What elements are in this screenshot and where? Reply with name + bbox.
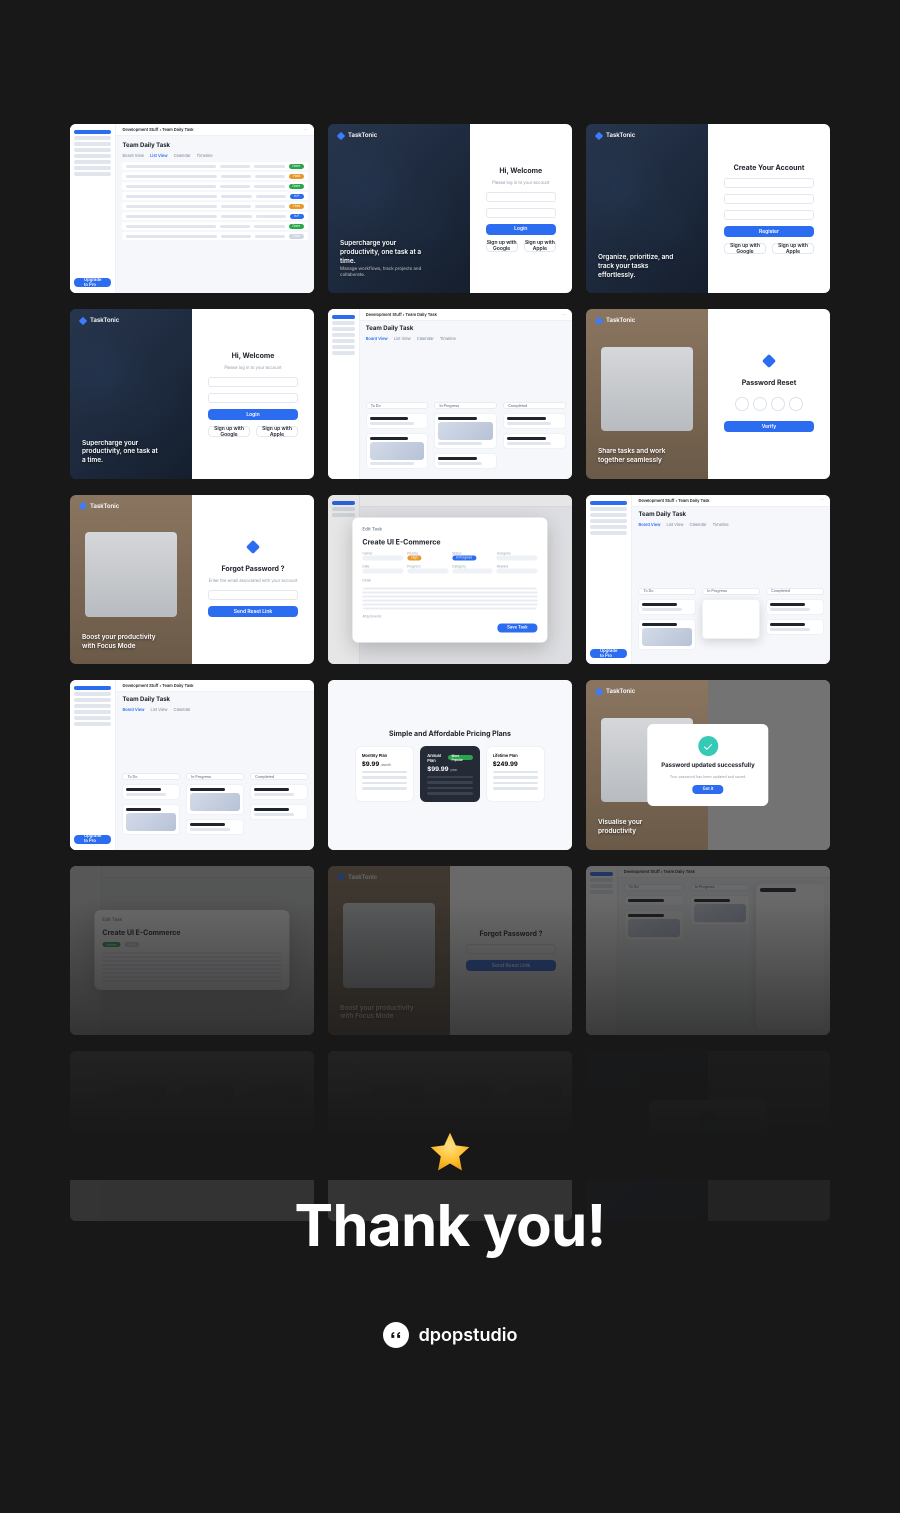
shot-forgot: TaskTonic Boost your productivity with F… <box>70 495 314 664</box>
pricing-title: Simple and Affordable Pricing Plans <box>389 729 511 738</box>
shot-edit-dark: Edit Task Create UI E-Commerce ReviewDra… <box>70 866 314 1035</box>
password-field[interactable] <box>486 208 556 218</box>
upgrade-pill[interactable]: Upgrade to Pro <box>74 278 111 287</box>
shot-password-reset: TaskTonic Share tasks and work together … <box>586 309 830 478</box>
shot-kanban-sidepanel: Development Stuff › Team Daily Task To D… <box>586 866 830 1035</box>
thank-you-headline: Thank you! <box>0 1190 900 1260</box>
diamond-icon <box>762 354 776 368</box>
shot-login-narrow: TaskTonic Supercharge your productivity,… <box>328 124 572 293</box>
view-tabs[interactable]: Board ViewList ViewCalendarTimeline <box>122 153 308 158</box>
star-icon <box>427 1130 473 1176</box>
quote-icon <box>383 1322 409 1348</box>
shot-kanban-alt: Upgrade to Pro Development Stuff › Team … <box>70 680 314 849</box>
credit-text: dpopstudio <box>419 1325 518 1346</box>
otp-input[interactable] <box>735 397 803 411</box>
name-field[interactable] <box>724 178 814 188</box>
page-title: Team Daily Task <box>122 142 308 149</box>
diamond-icon <box>246 540 260 554</box>
credit: dpopstudio <box>0 1322 900 1348</box>
apple-button[interactable]: Sign up with Apple <box>772 243 814 254</box>
plan-annual[interactable]: Annual PlanMost Popular $99.99 /year <box>420 746 479 802</box>
password-field[interactable] <box>724 210 814 220</box>
password-field[interactable] <box>208 393 298 403</box>
shot-kanban: Development Stuff › Team Daily Task⋯ Tea… <box>328 309 572 478</box>
edit-task-modal: Edit Task Create UI E-Commerce Owner Pri… <box>352 517 547 642</box>
login-button[interactable]: Login <box>486 224 556 235</box>
email-field[interactable] <box>208 377 298 387</box>
success-modal: ✓ Password updated successfully Your pas… <box>647 724 768 806</box>
email-field[interactable] <box>486 192 556 202</box>
plan-lifetime[interactable]: Lifetime Plan $249.99 <box>486 746 545 802</box>
shot-kanban-menu: Upgrade to Pro Development Stuff › Team … <box>586 495 830 664</box>
apple-button[interactable]: Sign up with Apple <box>256 426 298 437</box>
check-icon: ✓ <box>698 736 718 756</box>
email-field[interactable] <box>208 590 298 600</box>
reset-button[interactable]: Verify <box>724 421 814 432</box>
shot-pricing: Simple and Affordable Pricing Plans Mont… <box>328 680 572 849</box>
plan-monthly[interactable]: Monthly Plan $9.99 /month <box>355 746 414 802</box>
shot-forgot-2: TaskTonic Boost your productivity with F… <box>328 866 572 1035</box>
email-field[interactable] <box>724 194 814 204</box>
shot-edit-task: Edit Task Create UI E-Commerce Owner Pri… <box>328 495 572 664</box>
google-button[interactable]: Sign up with Google <box>486 241 518 252</box>
reset-title: Password Reset <box>742 378 797 387</box>
signup-title: Create Your Account <box>734 163 805 172</box>
ok-button[interactable]: Got it <box>693 785 724 794</box>
shot-login-wide: TaskTonic Supercharge your productivity,… <box>70 309 314 478</box>
apple-button[interactable]: Sign up with Apple <box>524 241 556 252</box>
register-button[interactable]: Register <box>724 226 814 237</box>
forgot-title: Forgot Password ? <box>222 564 285 573</box>
task-title: Create UI E-Commerce <box>362 537 537 546</box>
google-button[interactable]: Sign up with Google <box>724 243 766 254</box>
login-title: Hi, Welcome <box>499 166 542 175</box>
save-button[interactable]: Save Task <box>497 623 538 632</box>
breadcrumb: Development Stuff › Team Daily Task <box>122 127 193 132</box>
screenshot-grid: Upgrade to Pro Development Stuff › Team … <box>70 124 830 1221</box>
portfolio-canvas: Upgrade to Pro Development Stuff › Team … <box>0 0 900 1513</box>
shot-task-list: Upgrade to Pro Development Stuff › Team … <box>70 124 314 293</box>
shot-password-ok: TaskTonic Visualise your productivity ✓ … <box>586 680 830 849</box>
login-button[interactable]: Login <box>208 409 298 420</box>
send-button[interactable]: Send Reset Link <box>208 606 298 617</box>
shot-signup: TaskTonic Organize, prioritize, and trac… <box>586 124 830 293</box>
google-button[interactable]: Sign up with Google <box>208 426 250 437</box>
